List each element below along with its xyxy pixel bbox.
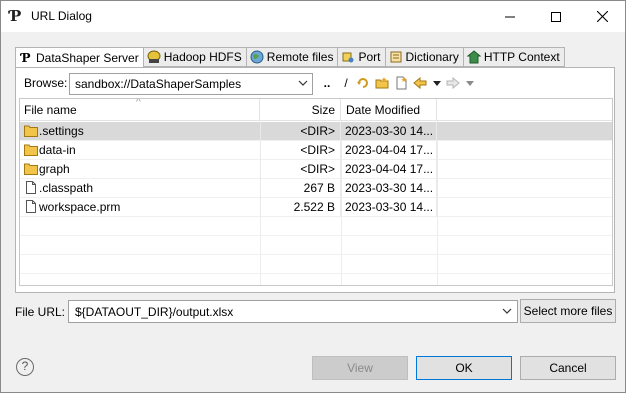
http-icon [466, 50, 481, 64]
table-row[interactable]: .classpath 267 B 2023-03-30 14... [20, 179, 612, 198]
file-name-cell: .classpath [24, 179, 258, 198]
browse-value: sandbox://DataShaperSamples [75, 77, 242, 91]
tab-http-context[interactable]: HTTP Context [463, 47, 565, 67]
browse-dropdown[interactable]: sandbox://DataShaperSamples [69, 73, 313, 95]
view-button: View [312, 356, 408, 380]
ok-button[interactable]: OK [416, 356, 512, 380]
back-icon[interactable] [412, 74, 428, 92]
folder-icon [24, 125, 38, 137]
chevron-down-icon [298, 77, 308, 92]
column-header-size[interactable]: Size [260, 99, 341, 121]
empty-row [20, 255, 612, 274]
date-cell: 2023-04-04 17... [345, 141, 437, 160]
table-header: ^ File name Size Date Modified [20, 99, 612, 121]
minimize-button[interactable] [487, 1, 533, 32]
new-file-icon[interactable] [393, 74, 409, 92]
empty-row [20, 236, 612, 255]
forward-icon [445, 74, 461, 92]
root-dir-button[interactable]: / [338, 74, 354, 92]
sort-ascending-icon: ^ [136, 98, 141, 108]
maximize-button[interactable] [533, 1, 579, 32]
close-button[interactable] [579, 1, 625, 32]
folder-icon [24, 144, 38, 156]
date-cell: 2023-03-30 14... [345, 122, 437, 141]
window-title: URL Dialog [31, 9, 92, 23]
title-bar: Ƥ URL Dialog [1, 1, 625, 32]
tab-label: HTTP Context [483, 50, 560, 64]
date-cell: 2023-03-30 14... [345, 198, 437, 217]
datashaper-icon: Ƥ [21, 50, 31, 65]
new-folder-icon[interactable] [374, 74, 390, 92]
tab-remote-files[interactable]: Remote files [246, 47, 339, 67]
table-row[interactable]: data-in <DIR> 2023-04-04 17... [20, 141, 612, 160]
url-dialog: Ƥ URL Dialog Ƥ DataShaper Server Hadoop … [0, 0, 626, 393]
tab-label: Remote files [266, 50, 334, 64]
date-cell: 2023-04-04 17... [345, 160, 437, 179]
size-cell: <DIR> [260, 160, 341, 179]
file-url-value: ${DATAOUT_DIR}/output.xlsx [75, 305, 234, 319]
file-name-cell: graph [24, 160, 258, 179]
help-icon[interactable]: ? [16, 358, 34, 376]
column-header-file-name[interactable]: ^ File name [20, 99, 260, 121]
table-row[interactable]: graph <DIR> 2023-04-04 17... [20, 160, 612, 179]
file-url-combobox[interactable]: ${DATAOUT_DIR}/output.xlsx [68, 300, 518, 323]
tab-port[interactable]: Port [338, 47, 386, 67]
globe-icon [250, 50, 264, 64]
file-name-cell: data-in [24, 141, 258, 160]
app-logo-icon: Ƥ [10, 7, 22, 25]
tab-dictionary[interactable]: Dictionary [385, 47, 464, 67]
select-more-files-button[interactable]: Select more files [520, 299, 616, 323]
forward-dropdown-icon [462, 74, 478, 92]
back-dropdown-icon[interactable] [429, 74, 445, 92]
parent-dir-button[interactable]: .. [319, 74, 335, 92]
refresh-icon[interactable] [355, 74, 371, 92]
tab-label: Hadoop HDFS [163, 50, 242, 64]
size-cell: <DIR> [260, 122, 341, 141]
date-cell: 2023-03-30 14... [345, 179, 437, 198]
empty-row [20, 217, 612, 236]
file-icon [26, 200, 36, 213]
hdfs-icon [147, 50, 161, 64]
tab-label: Port [358, 50, 381, 64]
table-row[interactable]: workspace.prm 2.522 B 2023-03-30 14... [20, 198, 612, 217]
file-table[interactable]: ^ File name Size Date Modified .settings… [19, 98, 613, 286]
close-icon [596, 11, 608, 22]
file-icon [26, 181, 36, 194]
source-tabs: Ƥ DataShaper Server Hadoop HDFS Remote f… [15, 47, 565, 68]
file-name-cell: workspace.prm [24, 198, 258, 217]
dictionary-icon [389, 50, 403, 64]
tab-panel: Browse: sandbox://DataShaperSamples .. / [15, 67, 615, 293]
size-cell: 2.522 B [260, 198, 341, 217]
size-cell: 267 B [260, 179, 341, 198]
file-name-cell: .settings [24, 122, 258, 141]
port-icon [341, 50, 355, 64]
maximize-icon [551, 11, 561, 22]
table-row[interactable]: .settings <DIR> 2023-03-30 14... [20, 122, 612, 141]
size-cell: <DIR> [260, 141, 341, 160]
cancel-button[interactable]: Cancel [520, 356, 616, 380]
minimize-icon [505, 16, 515, 17]
browse-label: Browse: [24, 76, 68, 90]
tab-hadoop-hdfs[interactable]: Hadoop HDFS [143, 47, 247, 67]
tab-datashaper-server[interactable]: Ƥ DataShaper Server [15, 47, 144, 68]
tab-label: DataShaper Server [36, 50, 139, 65]
file-url-label: File URL: [15, 305, 66, 319]
folder-icon [24, 163, 38, 175]
tab-label: Dictionary [405, 50, 459, 64]
chevron-down-icon[interactable] [502, 305, 512, 320]
column-header-date-modified[interactable]: Date Modified [341, 99, 437, 121]
